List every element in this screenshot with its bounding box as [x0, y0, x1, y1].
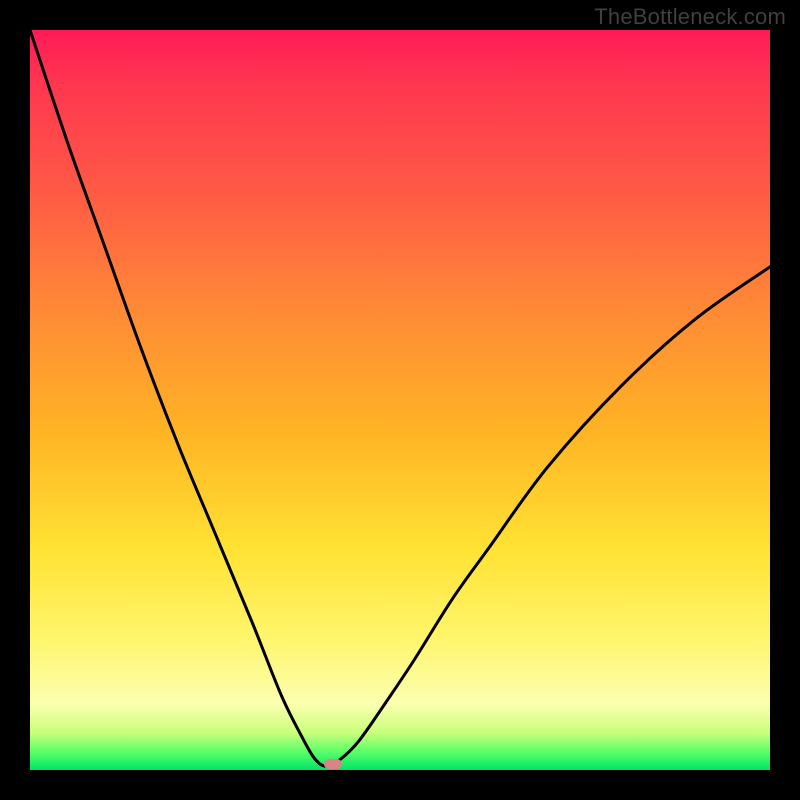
minimum-marker [324, 759, 342, 769]
plot-area [30, 30, 770, 770]
curve-path [30, 30, 770, 766]
chart-frame: TheBottleneck.com [0, 0, 800, 800]
watermark-text: TheBottleneck.com [594, 4, 786, 30]
bottleneck-curve [30, 30, 770, 770]
